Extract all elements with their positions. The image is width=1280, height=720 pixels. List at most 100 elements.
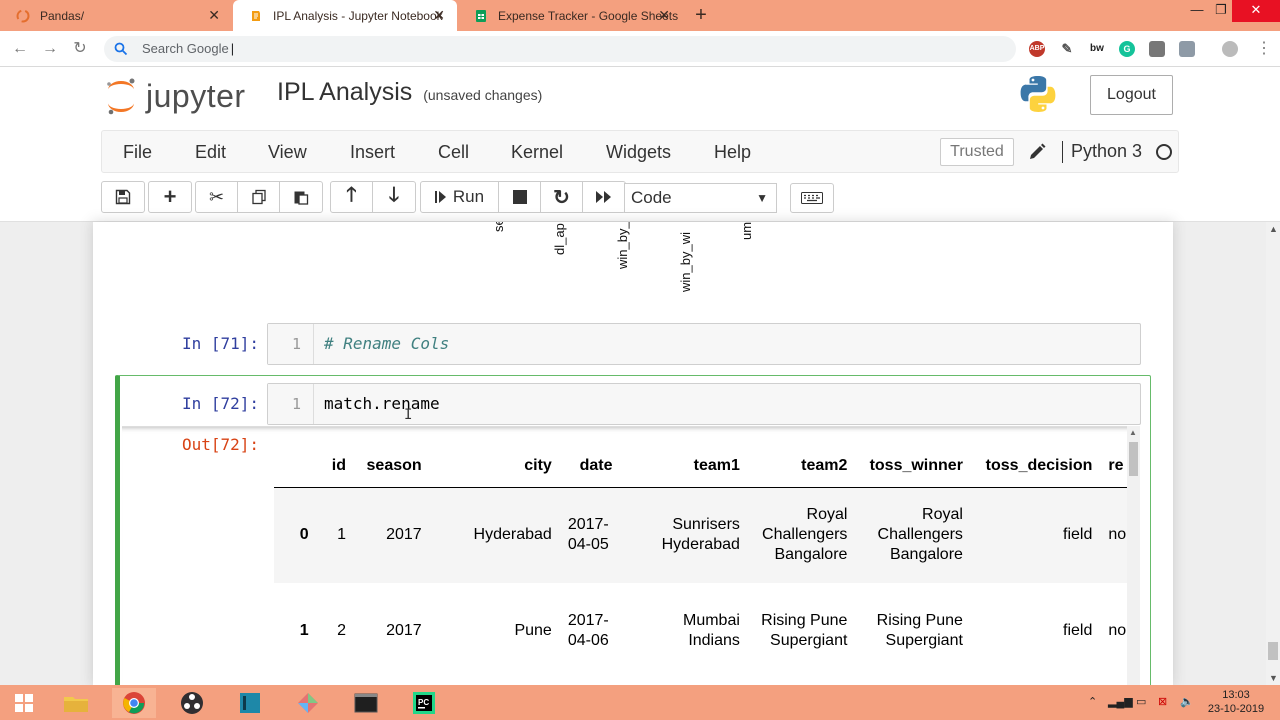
menu-edit[interactable]: Edit: [195, 142, 226, 163]
paste-button[interactable]: [280, 182, 322, 212]
menu-kernel[interactable]: Kernel: [511, 142, 563, 163]
clock-date: 23-10-2019: [1207, 703, 1265, 715]
table-header-row: id season city date team1 team2 toss_win…: [274, 445, 1140, 488]
restart-kernel-button[interactable]: ↻: [541, 182, 583, 212]
color-picker-extension-icon[interactable]: ✎: [1059, 41, 1075, 57]
chrome-taskbar-icon[interactable]: [112, 688, 156, 718]
code-line: match.rename: [324, 394, 440, 413]
back-arrow-icon[interactable]: ←: [10, 39, 30, 59]
volume-icon[interactable]: 🔈: [1180, 695, 1194, 708]
paint-taskbar-icon[interactable]: [286, 688, 330, 718]
tab-close-icon[interactable]: ✕: [658, 8, 670, 22]
cell-toss-decision: field: [1063, 622, 1093, 639]
kernel-name[interactable]: Python 3: [1062, 141, 1142, 163]
step-forward-icon: [434, 191, 446, 203]
terminal-taskbar-icon[interactable]: [344, 688, 388, 718]
arrow-up-icon: 🡑: [346, 184, 357, 206]
notebook-title[interactable]: IPL Analysis (unsaved changes): [277, 78, 542, 107]
editor-taskbar-icon[interactable]: [228, 688, 272, 718]
output-scrollbar[interactable]: ▲: [1127, 426, 1140, 685]
cell-team2: Royal Challengers Bangalore: [762, 506, 848, 564]
toolbar-group-insert: +: [148, 181, 192, 213]
interrupt-kernel-button[interactable]: [499, 182, 541, 212]
network-icon[interactable]: ▂▄▆: [1108, 695, 1133, 708]
fast-forward-icon: [596, 191, 611, 203]
file-explorer-icon[interactable]: [54, 688, 98, 718]
obs-taskbar-icon[interactable]: [170, 688, 214, 718]
scroll-up-arrow-icon[interactable]: ▲: [1129, 428, 1137, 437]
scroll-up-arrow-icon[interactable]: ▲: [1269, 224, 1278, 234]
line-number: 1: [268, 324, 314, 364]
profile-avatar-icon[interactable]: [1222, 41, 1238, 57]
page-scrollbar[interactable]: ▲ ▼: [1266, 222, 1280, 685]
jupyter-header: jupyter IPL Analysis (unsaved changes) L…: [0, 67, 1280, 129]
scissors-icon: ✂: [208, 186, 225, 207]
command-palette-button[interactable]: [790, 183, 834, 213]
tray-overflow-icon[interactable]: ⌃: [1088, 695, 1097, 708]
tab-expense-tracker[interactable]: Expense Tracker - Google Sheets ✕: [458, 0, 682, 31]
cell-date: 2017-04-05: [567, 516, 609, 554]
new-tab-button[interactable]: +: [690, 4, 712, 26]
text-cursor-icon: I: [404, 407, 413, 423]
tab-pandas[interactable]: Pandas/ ✕: [0, 0, 232, 31]
cell-city: Hyderabad: [473, 526, 552, 544]
grammarly-extension-icon[interactable]: G: [1119, 41, 1135, 57]
reader-extension-icon[interactable]: [1179, 41, 1195, 57]
bw-extension-icon[interactable]: bw: [1089, 41, 1105, 57]
trusted-indicator[interactable]: Trusted: [940, 138, 1014, 166]
notebook-container[interactable]: se dl_ap win_by_ win_by_wi um In [71]: 1…: [93, 222, 1173, 685]
menu-insert[interactable]: Insert: [350, 142, 395, 163]
output-area[interactable]: id season city date team1 team2 toss_win…: [122, 426, 1140, 685]
forward-arrow-icon[interactable]: →: [40, 39, 60, 59]
paste-icon: [294, 191, 309, 205]
scroll-down-arrow-icon[interactable]: ▼: [1269, 673, 1278, 683]
move-up-button[interactable]: 🡑: [331, 182, 373, 212]
cell-type-select[interactable]: Code ▼: [624, 183, 777, 213]
menu-file[interactable]: File: [123, 142, 152, 163]
cell-season: 2017: [386, 622, 422, 639]
reload-icon[interactable]: ↻: [70, 39, 90, 59]
tab-close-icon[interactable]: ✕: [433, 8, 445, 22]
text-caret: |: [230, 41, 235, 56]
google-sheets-icon: [474, 9, 488, 23]
insert-cell-button[interactable]: +: [149, 182, 191, 212]
toolbar-group-clipboard: ✂: [195, 181, 323, 213]
logout-button[interactable]: Logout: [1090, 75, 1173, 115]
omnibox-input[interactable]: Search Google |: [104, 36, 1016, 62]
adblock-extension-icon[interactable]: ABP: [1029, 41, 1045, 57]
chrome-menu-icon[interactable]: ⋮: [1254, 39, 1274, 59]
menu-cell[interactable]: Cell: [438, 142, 469, 163]
menu-widgets[interactable]: Widgets: [606, 142, 671, 163]
copy-button[interactable]: [238, 182, 280, 212]
save-button[interactable]: [102, 182, 144, 212]
cut-button[interactable]: ✂: [196, 182, 238, 212]
windows-start-icon[interactable]: [2, 688, 46, 718]
run-button[interactable]: Run: [421, 182, 499, 212]
tab-title: IPL Analysis - Jupyter Notebook: [273, 8, 443, 23]
screen-capture-extension-icon[interactable]: [1149, 41, 1165, 57]
code-cell-editor[interactable]: 1 match.rename: [267, 383, 1141, 425]
move-down-button[interactable]: 🡓: [373, 182, 415, 212]
cell-input-prompt: In [72]:: [181, 394, 259, 413]
arrow-down-icon: 🡓: [388, 184, 400, 206]
cell-team1: Mumbai Indians: [683, 612, 740, 649]
pycharm-taskbar-icon[interactable]: PC: [402, 688, 446, 718]
code-cell-editor[interactable]: 1 # Rename Cols: [267, 323, 1141, 365]
scroll-thumb[interactable]: [1268, 642, 1278, 660]
windows-taskbar: PC ⌃ ▂▄▆ ▭ ⊠ 🔈 13:03 23-10-2019: [0, 685, 1280, 720]
battery-icon[interactable]: ▭: [1136, 695, 1146, 708]
restart-run-all-button[interactable]: [583, 182, 625, 212]
close-window-icon[interactable]: ✕: [1232, 0, 1280, 22]
notebook-favicon-icon: [249, 9, 263, 23]
menu-help[interactable]: Help: [714, 142, 751, 163]
jupyter-logo[interactable]: jupyter: [104, 75, 246, 117]
scroll-thumb[interactable]: [1129, 442, 1138, 476]
taskbar-clock[interactable]: 13:03 23-10-2019: [1200, 688, 1272, 716]
tab-ipl-analysis[interactable]: IPL Analysis - Jupyter Notebook ✕: [233, 0, 457, 31]
cell-type-value: Code: [631, 188, 672, 207]
security-alert-icon[interactable]: ⊠: [1158, 695, 1167, 708]
tab-close-icon[interactable]: ✕: [208, 8, 220, 22]
notebook-name: IPL Analysis: [277, 78, 413, 106]
cell-toss-winner: Royal Challengers Bangalore: [877, 506, 963, 564]
menu-view[interactable]: View: [268, 142, 307, 163]
